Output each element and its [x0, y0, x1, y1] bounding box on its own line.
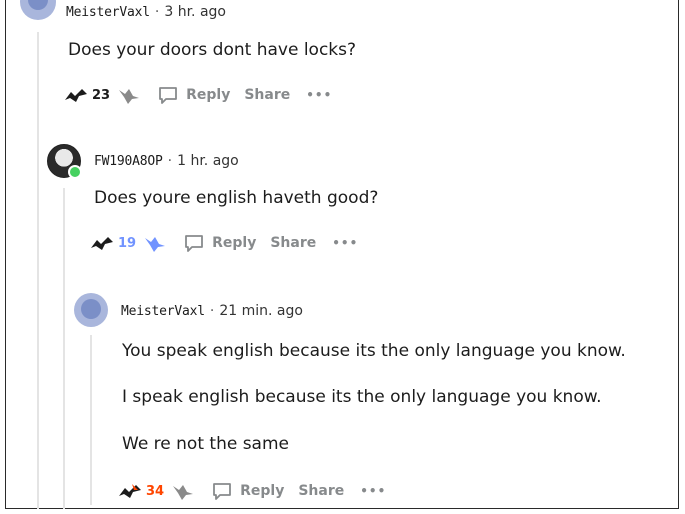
vote-score: 19 [118, 235, 137, 251]
timestamp[interactable]: 3 hr. ago [164, 4, 226, 20]
meta-separator: · [154, 4, 160, 20]
meta-separator: · [167, 153, 173, 169]
comment-body-line: I speak english because its the only lan… [122, 387, 602, 407]
comment-meta: FW190A8OP · 1 hr. ago [94, 153, 239, 169]
upvote-arrow-icon[interactable] [88, 232, 116, 254]
speech-bubble-icon [213, 483, 231, 500]
snoo-avatar-icon [81, 299, 101, 319]
online-status-icon [68, 165, 82, 179]
comment-meta: MeisterVaxl · 21 min. ago [121, 303, 303, 319]
speech-bubble-icon [159, 87, 177, 104]
comment-actions: 19 Reply Share ••• [88, 231, 358, 255]
username-link[interactable]: MeisterVaxl [66, 5, 150, 20]
user-avatar[interactable] [74, 293, 108, 327]
vote-score: 34 [146, 483, 165, 499]
share-button[interactable]: Share [270, 235, 316, 251]
reply-button[interactable]: Reply [211, 481, 284, 501]
comment-body-line: You speak english because its the only l… [122, 341, 626, 361]
upvote-arrow-icon[interactable] [62, 84, 90, 106]
downvote-arrow-icon[interactable] [169, 480, 197, 502]
timestamp[interactable]: 21 min. ago [219, 303, 303, 319]
snoo-avatar-icon [28, 0, 48, 10]
share-button[interactable]: Share [244, 87, 290, 103]
reply-label: Reply [186, 87, 231, 103]
user-avatar[interactable] [20, 0, 56, 20]
comment-body: Does youre english haveth good? [94, 188, 379, 208]
comment-actions: 34 Reply Share ••• [116, 479, 386, 503]
comment-body: Does your doors dont have locks? [68, 40, 357, 60]
downvote-arrow-icon[interactable] [115, 84, 143, 106]
reply-label: Reply [240, 483, 285, 499]
reply-button[interactable]: Reply [183, 233, 256, 253]
comment-body-line: We re not the same [122, 434, 289, 454]
thread-line[interactable] [37, 32, 39, 509]
reply-label: Reply [212, 235, 257, 251]
ellipsis-icon[interactable]: ••• [306, 88, 332, 102]
thread-line[interactable] [90, 335, 92, 505]
thread-line[interactable] [63, 188, 65, 509]
user-avatar[interactable] [47, 144, 82, 179]
share-button[interactable]: Share [298, 483, 344, 499]
timestamp[interactable]: 1 hr. ago [177, 153, 239, 169]
meta-separator: · [209, 303, 215, 319]
username-link[interactable]: MeisterVaxl [121, 304, 205, 319]
comment-thread: MeisterVaxl · 3 hr. ago Does your doors do… [5, 0, 679, 509]
ellipsis-icon[interactable]: ••• [360, 484, 386, 498]
ellipsis-icon[interactable]: ••• [332, 236, 358, 250]
comment-meta: MeisterVaxl · 3 hr. ago [66, 4, 226, 20]
speech-bubble-icon [185, 235, 203, 252]
username-link[interactable]: FW190A8OP [94, 154, 163, 169]
vote-score: 23 [92, 87, 111, 103]
reply-button[interactable]: Reply [157, 85, 230, 105]
downvote-arrow-icon[interactable] [141, 232, 169, 254]
comment-actions: 23 Reply Share ••• [62, 83, 332, 107]
upvote-arrow-icon[interactable] [116, 480, 144, 502]
